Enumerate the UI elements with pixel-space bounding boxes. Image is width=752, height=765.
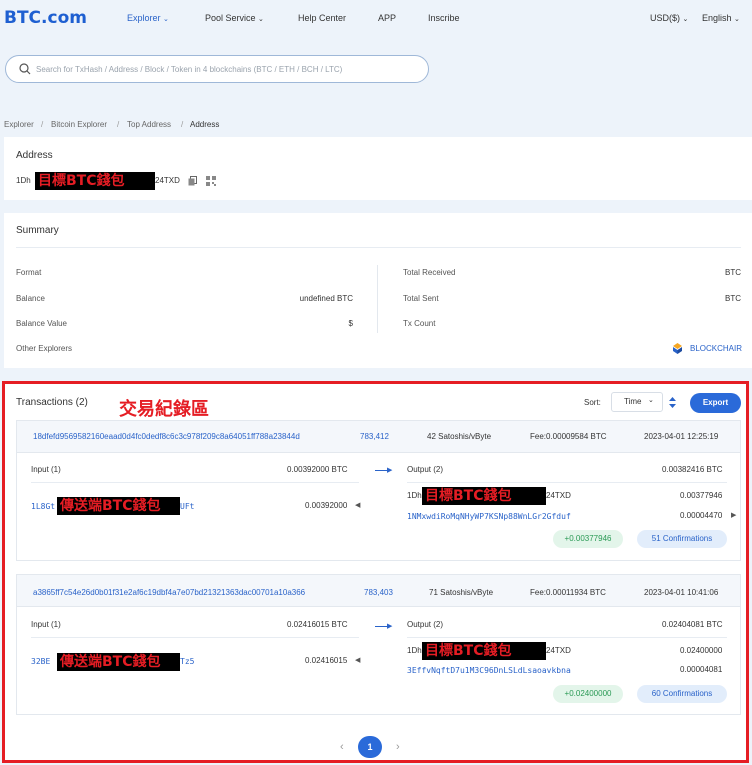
nav-inscribe[interactable]: Inscribe — [428, 13, 460, 23]
search-placeholder: Search for TxHash / Address / Block / To… — [36, 65, 343, 74]
redaction-target-wallet: 目標BTC錢包 — [35, 172, 155, 190]
breadcrumb-separator: / — [41, 120, 44, 129]
summary-title: Summary — [16, 225, 59, 236]
breadcrumb-explorer[interactable]: Explorer — [4, 120, 34, 129]
chevron-down-icon: ⌄ — [258, 16, 264, 23]
breadcrumb-address: Address — [190, 120, 220, 129]
copy-icon[interactable] — [188, 176, 197, 186]
total-sent-value: BTC — [725, 294, 741, 303]
nav-help-center[interactable]: Help Center — [298, 13, 346, 23]
qrcode-icon[interactable] — [206, 176, 216, 186]
nav-explorer[interactable]: Explorer ⌄ — [127, 13, 169, 23]
balance-value-label: Balance Value — [16, 319, 67, 328]
summary-card: Summary Format Balance undefined BTC Bal… — [4, 213, 752, 368]
chevron-down-icon: ⌄ — [163, 16, 169, 23]
chevron-down-icon: ⌄ — [734, 16, 740, 23]
address-card: Address 1Dh 目標BTC錢包 24TXD — [4, 137, 752, 200]
currency-select[interactable]: USD($) ⌄ — [650, 13, 688, 23]
total-sent-label: Total Sent — [403, 294, 439, 303]
breadcrumb-top-address[interactable]: Top Address — [127, 120, 171, 129]
blockchair-link[interactable]: BLOCKCHAIR — [690, 344, 742, 353]
language-select[interactable]: English ⌄ — [702, 13, 740, 23]
btc-logo[interactable]: BTC.com — [4, 8, 87, 28]
nav-explorer-label: Explorer — [127, 13, 161, 23]
nav-pool-service[interactable]: Pool Service ⌄ — [205, 13, 264, 23]
balance-label: Balance — [16, 294, 45, 303]
column-divider — [377, 265, 378, 333]
breadcrumb-separator: / — [117, 120, 120, 129]
blockchair-icon — [673, 343, 682, 354]
currency-label: USD($) — [650, 13, 681, 23]
language-label: English — [702, 13, 732, 23]
address-prefix: 1Dh — [16, 176, 31, 185]
search-input[interactable]: Search for TxHash / Address / Block / To… — [5, 55, 429, 83]
tx-count-label: Tx Count — [403, 319, 436, 328]
nav-pool-service-label: Pool Service — [205, 13, 256, 23]
address-title: Address — [16, 150, 53, 161]
total-received-value: BTC — [725, 268, 741, 277]
nav-app[interactable]: APP — [378, 13, 396, 23]
format-label: Format — [16, 268, 42, 277]
divider — [16, 247, 741, 248]
chevron-down-icon: ⌄ — [682, 16, 689, 23]
balance-value-usd: $ — [348, 319, 353, 328]
total-received-label: Total Received — [403, 268, 456, 277]
breadcrumb-bitcoin-explorer[interactable]: Bitcoin Explorer — [51, 120, 107, 129]
breadcrumb-separator: / — [181, 120, 184, 129]
search-icon — [19, 63, 31, 75]
address-suffix: 24TXD — [155, 176, 180, 185]
annotation-highlight-box — [2, 381, 749, 763]
other-explorers-label: Other Explorers — [16, 344, 73, 353]
balance-value: undefined BTC — [299, 294, 353, 303]
